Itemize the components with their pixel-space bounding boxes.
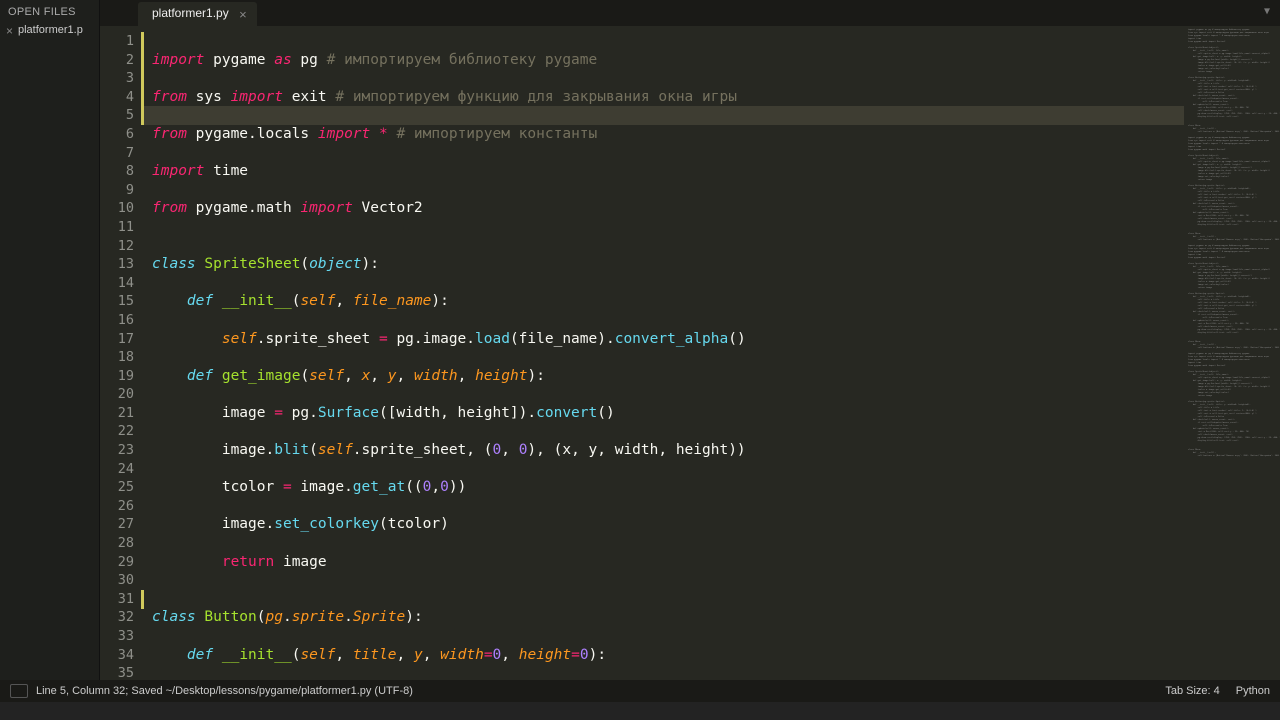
open-files-header: OPEN FILES (0, 2, 99, 20)
line-number-gutter: 1234567891011121314151617181920212223242… (100, 26, 144, 680)
status-tab-size[interactable]: Tab Size: 4 (1165, 685, 1219, 697)
status-bar: Line 5, Column 32; Saved ~/Desktop/lesso… (0, 680, 1280, 702)
panel-switcher-icon[interactable] (10, 684, 28, 698)
editor-area[interactable]: 1234567891011121314151617181920212223242… (100, 26, 1184, 680)
file-tab-active[interactable]: platformer1.py × (138, 2, 257, 26)
current-line-highlight (100, 106, 1184, 125)
open-file-item[interactable]: platformer1.p (0, 20, 99, 40)
tab-bar: platformer1.py × ▼ (100, 0, 1280, 26)
status-position[interactable]: Line 5, Column 32; Saved ~/Desktop/lesso… (36, 685, 413, 697)
tab-close-icon[interactable]: × (239, 7, 247, 22)
tab-title: platformer1.py (152, 6, 229, 20)
modified-indicator (141, 590, 144, 609)
minimap[interactable]: import pygame as pg # импортируем библио… (1184, 26, 1280, 680)
code-content[interactable]: import pygame as pg # импортируем библио… (144, 26, 1184, 680)
tab-menu-icon[interactable]: ▼ (1264, 6, 1270, 17)
modified-indicator (141, 32, 144, 125)
minimap-content: import pygame as pg # импортируем библио… (1188, 29, 1276, 461)
open-files-sidebar: OPEN FILES platformer1.p (0, 0, 100, 680)
dock-strip (0, 702, 1280, 720)
status-syntax[interactable]: Python (1236, 685, 1270, 697)
